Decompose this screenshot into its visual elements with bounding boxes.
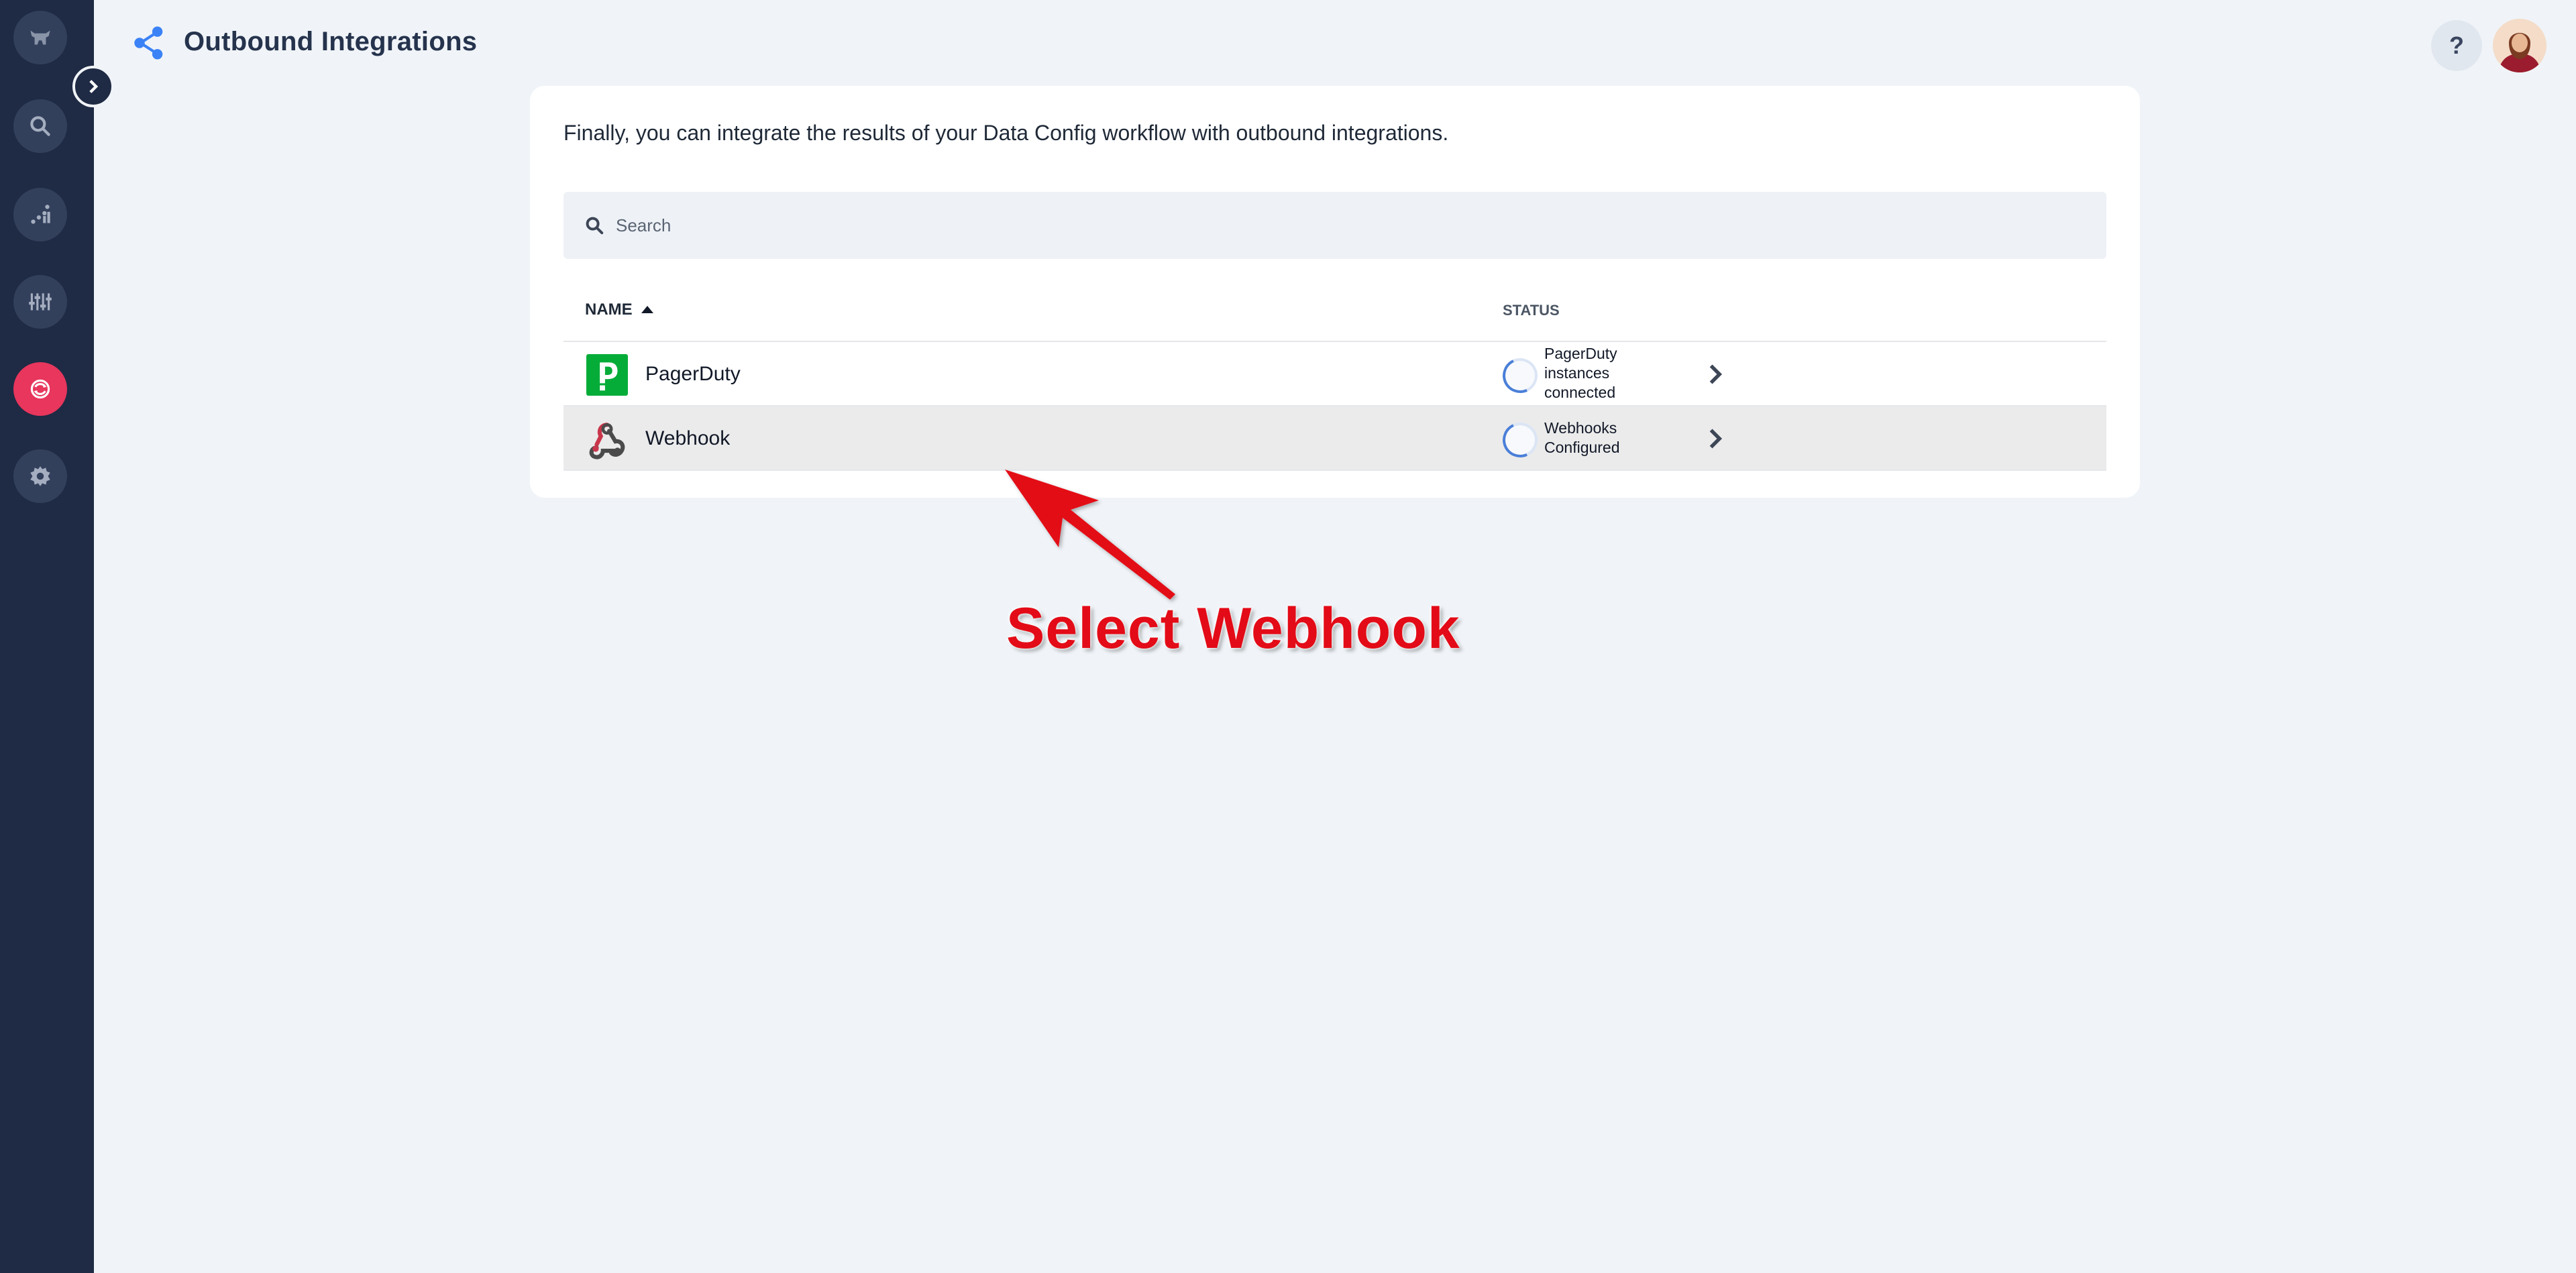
table-row-webhook[interactable]: Webhook Webhooks Configured — [564, 406, 2106, 471]
app-logo-icon[interactable] — [13, 11, 67, 64]
sidebar — [0, 0, 94, 1273]
integrations-nav-icon[interactable] — [13, 362, 67, 416]
user-avatar[interactable] — [2493, 19, 2546, 72]
search-icon — [586, 217, 604, 235]
row-name: Webhook — [645, 427, 731, 449]
row-status: PagerDuty instances connected — [1544, 345, 1617, 401]
page-title: Outbound Integrations — [184, 27, 478, 56]
row-name: PagerDuty — [645, 363, 741, 385]
status-column-header: STATUS — [1503, 302, 1560, 319]
chevron-right-icon[interactable] — [1703, 362, 1727, 386]
pagerduty-logo-icon — [586, 354, 628, 396]
name-column-header[interactable]: NAME — [585, 300, 654, 319]
table-row-pagerduty[interactable]: PagerDuty PagerDuty instances connected — [564, 342, 2106, 406]
sort-ascending-icon — [641, 306, 653, 313]
search-input[interactable] — [616, 215, 1957, 236]
expand-sidebar-button[interactable] — [72, 66, 114, 107]
status-spinner-icon — [1497, 417, 1543, 463]
row-status: Webhooks Configured — [1544, 419, 1620, 456]
share-icon — [134, 26, 163, 60]
search-nav-icon[interactable] — [13, 99, 67, 153]
chevron-right-icon — [89, 80, 99, 93]
integrations-card: Finally, you can integrate the results o… — [530, 86, 2140, 498]
settings-gear-icon[interactable] — [13, 449, 67, 503]
annotation-arrow-icon — [1005, 469, 1175, 600]
integrations-table: NAME STATUS PagerDuty PagerDuty instance… — [564, 280, 2106, 471]
intro-text: Finally, you can integrate the results o… — [564, 121, 1449, 145]
analytics-nav-icon[interactable] — [13, 188, 67, 241]
sliders-nav-icon[interactable] — [13, 275, 67, 329]
webhook-logo-icon — [589, 423, 625, 459]
table-header: NAME STATUS — [564, 280, 2106, 342]
help-button[interactable]: ? — [2431, 20, 2482, 71]
search-bar[interactable] — [564, 192, 2106, 259]
status-spinner-icon — [1497, 353, 1543, 398]
chevron-right-icon[interactable] — [1703, 427, 1727, 451]
annotation-label: Select Webhook — [1006, 596, 1460, 661]
